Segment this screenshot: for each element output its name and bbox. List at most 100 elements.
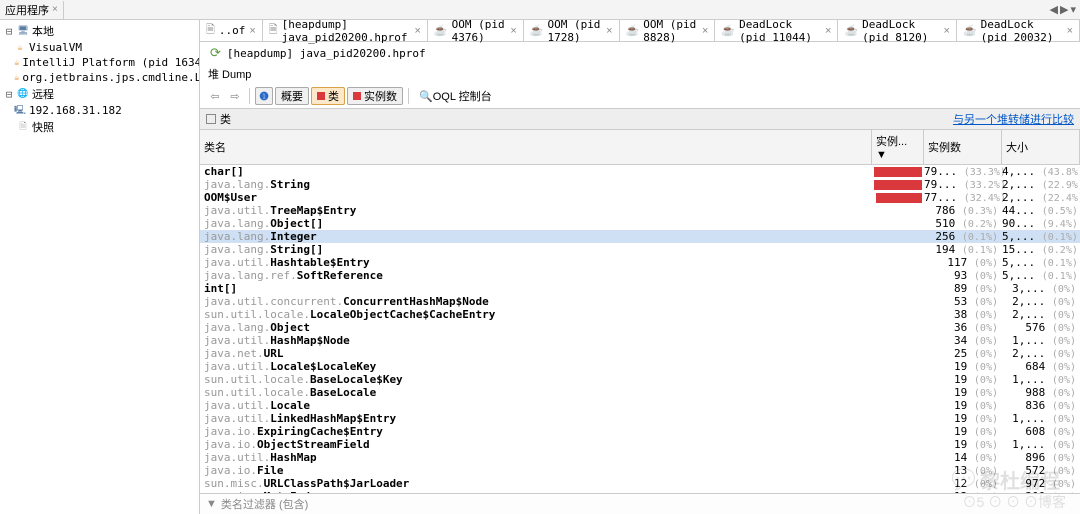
tree-remote[interactable]: ⊟ 🌐 远程 bbox=[2, 85, 197, 103]
twisty-icon[interactable]: ⊟ bbox=[4, 25, 14, 38]
table-row[interactable]: java.util.HashMap$Node34 (0%)1,... (0%) bbox=[200, 334, 1080, 347]
cell-size: 1,... (0%) bbox=[1002, 334, 1080, 348]
table-row[interactable]: int[]89 (0%)3,... (0%) bbox=[200, 282, 1080, 295]
app-tab[interactable]: 应用程序 × bbox=[0, 1, 64, 19]
cell-size: 608 (0%) bbox=[1002, 425, 1080, 439]
forward-button[interactable]: ⇨ bbox=[226, 87, 244, 105]
tree-label: 192.168.31.182 bbox=[29, 104, 122, 117]
cell-size: 90... (9.4%) bbox=[1002, 217, 1080, 231]
cell-size: 4,... (43.8%) bbox=[1002, 165, 1080, 179]
classes-section-header: 类 与另一个堆转储进行比较 bbox=[200, 109, 1080, 130]
table-row[interactable]: java.io.ExpiringCache$Entry19 (0%)608 (0… bbox=[200, 425, 1080, 438]
table-row[interactable]: sun.misc.URLClassPath$JarLoader12 (0%)97… bbox=[200, 477, 1080, 490]
flame-icon: ☕ bbox=[434, 24, 448, 37]
table-row[interactable]: java.lang.String79... (33.2%)2,... (22.9… bbox=[200, 178, 1080, 191]
cell-size: 1,... (0%) bbox=[1002, 373, 1080, 387]
table-row[interactable]: java.net.URL25 (0%)2,... (0%) bbox=[200, 347, 1080, 360]
cell-classname: sun.util.locale.BaseLocale bbox=[200, 386, 872, 399]
cell-instances: 19 (0%) bbox=[924, 412, 1002, 426]
col-instances-bar[interactable]: 实例... ▼ bbox=[872, 130, 924, 164]
editor-tab[interactable]: 🗎[heapdump] java_pid20200.hprof× bbox=[263, 20, 428, 41]
table-row[interactable]: java.lang.Object36 (0%)576 (0%) bbox=[200, 321, 1080, 334]
col-size[interactable]: 大小 bbox=[1002, 130, 1080, 164]
table-body[interactable]: char[]79... (33.3%)4,... (43.8%)java.lan… bbox=[200, 165, 1080, 493]
cell-size: 2,... (0%) bbox=[1002, 347, 1080, 361]
cell-size: 2,... (0%) bbox=[1002, 308, 1080, 322]
tree-app[interactable]: ☕ IntelliJ Platform (pid 16340) bbox=[2, 55, 197, 70]
back-button[interactable]: ⇦ bbox=[206, 87, 224, 105]
nav-menu-icon[interactable]: ▾ bbox=[1070, 3, 1076, 16]
table-row[interactable]: java.io.ObjectStreamField19 (0%)1,... (0… bbox=[200, 438, 1080, 451]
cell-instances: 89 (0%) bbox=[924, 282, 1002, 296]
editor-tab[interactable]: ☕OOM (pid 4376)× bbox=[428, 20, 524, 41]
close-icon[interactable]: × bbox=[1067, 25, 1073, 37]
cell-instances: 53 (0%) bbox=[924, 295, 1002, 309]
table-row[interactable]: sun.util.locale.BaseLocale19 (0%)988 (0%… bbox=[200, 386, 1080, 399]
close-icon[interactable]: × bbox=[944, 25, 950, 37]
table-row[interactable]: java.util.TreeMap$Entry786 (0.3%)44... (… bbox=[200, 204, 1080, 217]
col-instances[interactable]: 实例数 bbox=[924, 130, 1002, 164]
compare-link[interactable]: 与另一个堆转储进行比较 bbox=[953, 111, 1074, 127]
close-icon[interactable]: × bbox=[606, 25, 612, 37]
tree-app[interactable]: ☕ org.jetbrains.jps.cmdline.Launcher ( bbox=[2, 70, 197, 85]
summary-button[interactable]: 概要 bbox=[275, 87, 309, 105]
cell-classname: java.lang.Integer bbox=[200, 230, 872, 243]
tree-remote-host[interactable]: 🖳 192.168.31.182 bbox=[2, 103, 197, 118]
section-label: 类 bbox=[220, 111, 231, 127]
cell-classname: OOM$User bbox=[200, 191, 872, 204]
oql-button[interactable]: 🔍 OQL 控制台 bbox=[414, 87, 497, 105]
cell-size: 2,... (22.4%) bbox=[1002, 191, 1080, 205]
close-icon[interactable]: × bbox=[510, 25, 516, 37]
table-row[interactable]: java.util.Hashtable$Entry117 (0%)5,... (… bbox=[200, 256, 1080, 269]
twisty-icon[interactable]: ⊟ bbox=[4, 88, 14, 101]
close-icon[interactable]: × bbox=[414, 25, 420, 37]
cell-instances: 12 (0%) bbox=[924, 477, 1002, 491]
close-icon[interactable]: × bbox=[702, 25, 708, 37]
editor-tab[interactable]: ☕DeadLock (pid 8120)× bbox=[838, 20, 957, 41]
table-row[interactable]: sun.util.locale.BaseLocale$Key19 (0%)1,.… bbox=[200, 373, 1080, 386]
editor-tab[interactable]: ☕DeadLock (pid 20032)× bbox=[957, 20, 1080, 41]
info-button[interactable]: ❶ bbox=[255, 87, 273, 105]
cell-classname: sun.util.locale.LocaleObjectCache$CacheE… bbox=[200, 308, 872, 321]
cell-instances: 38 (0%) bbox=[924, 308, 1002, 322]
table-row[interactable]: java.lang.ref.SoftReference93 (0%)5,... … bbox=[200, 269, 1080, 282]
table-row[interactable]: java.util.Locale$LocaleKey19 (0%)684 (0%… bbox=[200, 360, 1080, 373]
cell-instances: 93 (0%) bbox=[924, 269, 1002, 283]
nav-right-icon[interactable]: ▶ bbox=[1060, 3, 1068, 16]
cell-size: 1,... (0%) bbox=[1002, 438, 1080, 452]
refresh-icon[interactable]: ⟳ bbox=[210, 45, 221, 61]
table-row[interactable]: OOM$User77... (32.4%)2,... (22.4%) bbox=[200, 191, 1080, 204]
table-row[interactable]: java.util.LinkedHashMap$Entry19 (0%)1,..… bbox=[200, 412, 1080, 425]
table-row[interactable]: java.util.HashMap14 (0%)896 (0%) bbox=[200, 451, 1080, 464]
cell-size: 896 (0%) bbox=[1002, 451, 1080, 465]
tree-local[interactable]: ⊟ 🖥 本地 bbox=[2, 22, 197, 40]
cell-instances: 19 (0%) bbox=[924, 386, 1002, 400]
classes-button[interactable]: 类 bbox=[311, 87, 345, 105]
tab-label: DeadLock (pid 20032) bbox=[981, 20, 1063, 44]
table-row[interactable]: java.lang.Object[]510 (0.2%)90... (9.4%) bbox=[200, 217, 1080, 230]
col-classname[interactable]: 类名 bbox=[200, 130, 872, 164]
cell-bar bbox=[872, 167, 924, 177]
table-row[interactable]: java.util.Locale19 (0%)836 (0%) bbox=[200, 399, 1080, 412]
tree-snapshot[interactable]: 🗎 快照 bbox=[2, 118, 197, 136]
editor-tab[interactable]: ☕OOM (pid 8828)× bbox=[620, 20, 716, 41]
class-filter[interactable]: ▼ 类名过滤器 (包含) bbox=[200, 493, 1080, 514]
close-icon[interactable]: × bbox=[52, 4, 58, 15]
close-icon[interactable]: × bbox=[249, 25, 255, 37]
editor-tab[interactable]: ☕DeadLock (pid 11044)× bbox=[715, 20, 838, 41]
close-icon[interactable]: × bbox=[825, 25, 831, 37]
instances-button[interactable]: 实例数 bbox=[347, 87, 403, 105]
table-row[interactable]: java.lang.String[]194 (0.1%)15... (0.2%) bbox=[200, 243, 1080, 256]
table-row[interactable]: sun.util.locale.LocaleObjectCache$CacheE… bbox=[200, 308, 1080, 321]
nav-left-icon[interactable]: ◀ bbox=[1050, 3, 1058, 16]
table-row[interactable]: java.io.File13 (0%)572 (0%) bbox=[200, 464, 1080, 477]
cell-size: 2,... (22.9%) bbox=[1002, 178, 1080, 192]
tree-app[interactable]: ☕ VisualVM bbox=[2, 40, 197, 55]
table-row[interactable]: java.util.concurrent.ConcurrentHashMap$N… bbox=[200, 295, 1080, 308]
app-tab-label: 应用程序 bbox=[5, 2, 49, 18]
cell-bar bbox=[872, 193, 924, 203]
editor-tab[interactable]: ☕OOM (pid 1728)× bbox=[524, 20, 620, 41]
table-row[interactable]: char[]79... (33.3%)4,... (43.8%) bbox=[200, 165, 1080, 178]
table-row[interactable]: java.lang.Integer256 (0.1%)5,... (0.1%) bbox=[200, 230, 1080, 243]
editor-tab[interactable]: 🗎..of× bbox=[200, 20, 263, 41]
